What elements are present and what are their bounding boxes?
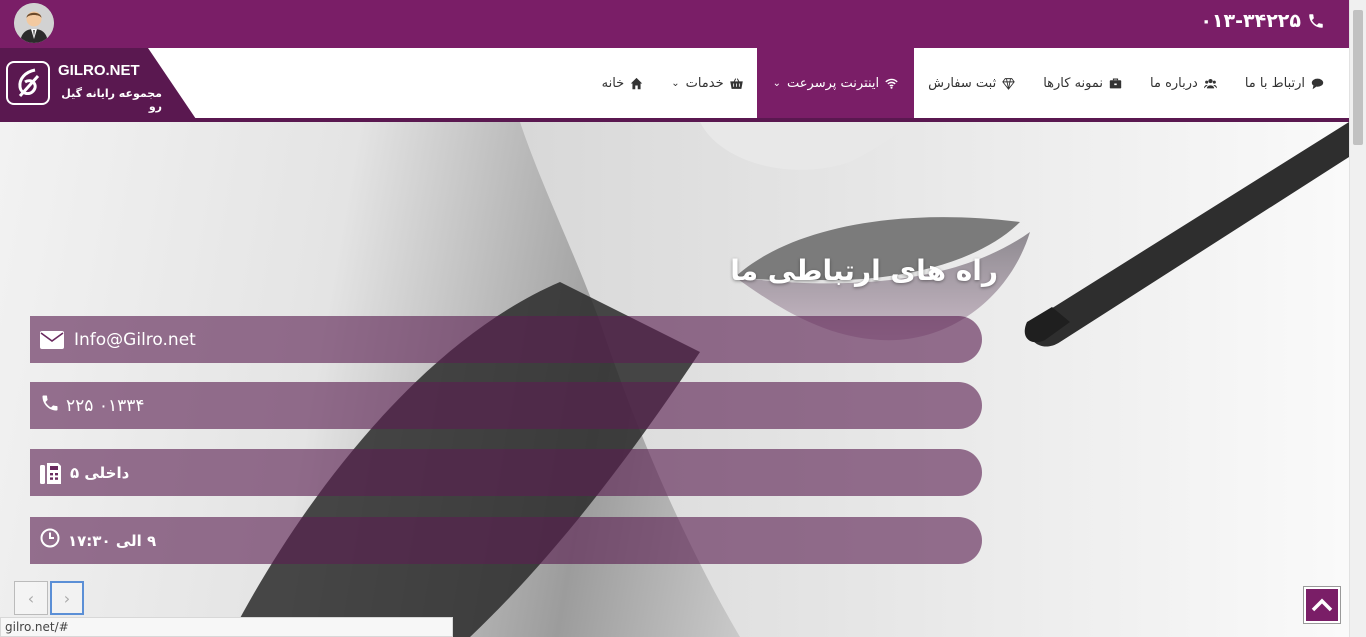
menu-item-services[interactable]: خدمات ⌄ xyxy=(657,48,756,118)
contact-email-row[interactable]: Info@Gilro.net xyxy=(30,316,982,363)
menu-item-label: ارتباط با ما xyxy=(1244,75,1305,91)
menu-item-label: خدمات xyxy=(685,75,724,91)
hero-banner: راه های ارتباطی ما Info@Gilro.net ۰۱۳۳۴ … xyxy=(0,122,1349,637)
chevron-up-icon xyxy=(1311,598,1333,612)
slider-prev-button[interactable]: ‹ xyxy=(14,581,48,615)
home-icon xyxy=(631,77,643,89)
comment-icon xyxy=(1311,78,1324,89)
top-bar: ۰۱۳-۳۴۲۲۵ xyxy=(0,0,1349,48)
user-avatar-icon xyxy=(14,3,54,43)
contact-extension-text: داخلی ۵ xyxy=(70,463,130,482)
back-to-top-button[interactable] xyxy=(1304,587,1340,623)
menu-item-order[interactable]: ثبت سفارش xyxy=(914,48,1029,118)
status-bar-url: gilro.net/# xyxy=(0,617,453,637)
basket-icon xyxy=(729,77,743,89)
main-menu: خانه خدمات ⌄ اینترنت پرسرعت ⌄ ثبت سفارش … xyxy=(588,48,1338,118)
clock-icon xyxy=(40,528,60,548)
menu-item-about[interactable]: درباره ما xyxy=(1136,48,1231,118)
menu-item-contact[interactable]: ارتباط با ما xyxy=(1231,48,1338,118)
site-logo[interactable]: GILRO.NET مجموعه رایانه گیل رو xyxy=(0,48,200,122)
wifi-icon xyxy=(885,78,898,89)
slider-next-button[interactable]: › xyxy=(50,581,84,615)
scrollbar-thumb[interactable] xyxy=(1353,10,1363,145)
menu-item-label: درباره ما xyxy=(1150,75,1198,91)
menu-item-portfolio[interactable]: نمونه کارها xyxy=(1029,48,1136,118)
envelope-icon xyxy=(40,330,64,349)
menu-item-label: خانه xyxy=(601,75,625,91)
contact-hours-text: ۹ الی ۱۷:۳۰ xyxy=(68,531,157,550)
menu-item-label: اینترنت پرسرعت xyxy=(787,75,880,91)
phone-icon xyxy=(42,395,58,411)
chevron-left-icon: ‹ xyxy=(27,588,35,608)
menu-item-fast-internet[interactable]: اینترنت پرسرعت ⌄ xyxy=(756,48,915,118)
contact-phone-text: ۰۱۳۳۴ ۲۲۵ xyxy=(66,395,145,416)
contact-email-text: Info@Gilro.net xyxy=(74,329,196,350)
hero-title: راه های ارتباطی ما xyxy=(730,254,998,287)
menu-item-home[interactable]: خانه xyxy=(588,48,658,118)
phone-icon xyxy=(1309,14,1323,28)
top-phone-number[interactable]: ۰۱۳-۳۴۲۲۵ xyxy=(1200,10,1325,32)
chevron-down-icon: ⌄ xyxy=(671,77,680,89)
user-avatar[interactable] xyxy=(14,3,54,43)
logo-subtitle: مجموعه رایانه گیل رو xyxy=(61,87,162,113)
contact-hours-row: ۹ الی ۱۷:۳۰ xyxy=(30,517,982,564)
contact-extension-row: داخلی ۵ xyxy=(30,449,982,496)
slider-pager: ‹ › xyxy=(14,581,84,615)
briefcase-icon xyxy=(1109,77,1122,88)
logo-title: GILRO.NET xyxy=(58,62,140,79)
top-phone-text: ۰۱۳-۳۴۲۲۵ xyxy=(1200,10,1301,32)
fax-icon xyxy=(40,462,61,484)
logo-mark-icon xyxy=(6,61,50,105)
chevron-right-icon: › xyxy=(63,588,71,608)
menu-item-label: ثبت سفارش xyxy=(928,75,997,91)
diamond-icon xyxy=(1002,77,1015,90)
users-icon xyxy=(1203,78,1217,88)
menu-item-label: نمونه کارها xyxy=(1043,75,1104,91)
page-scrollbar[interactable] xyxy=(1349,0,1366,637)
contact-phone-row[interactable]: ۰۱۳۳۴ ۲۲۵ xyxy=(30,382,982,429)
chevron-down-icon: ⌄ xyxy=(772,77,782,89)
